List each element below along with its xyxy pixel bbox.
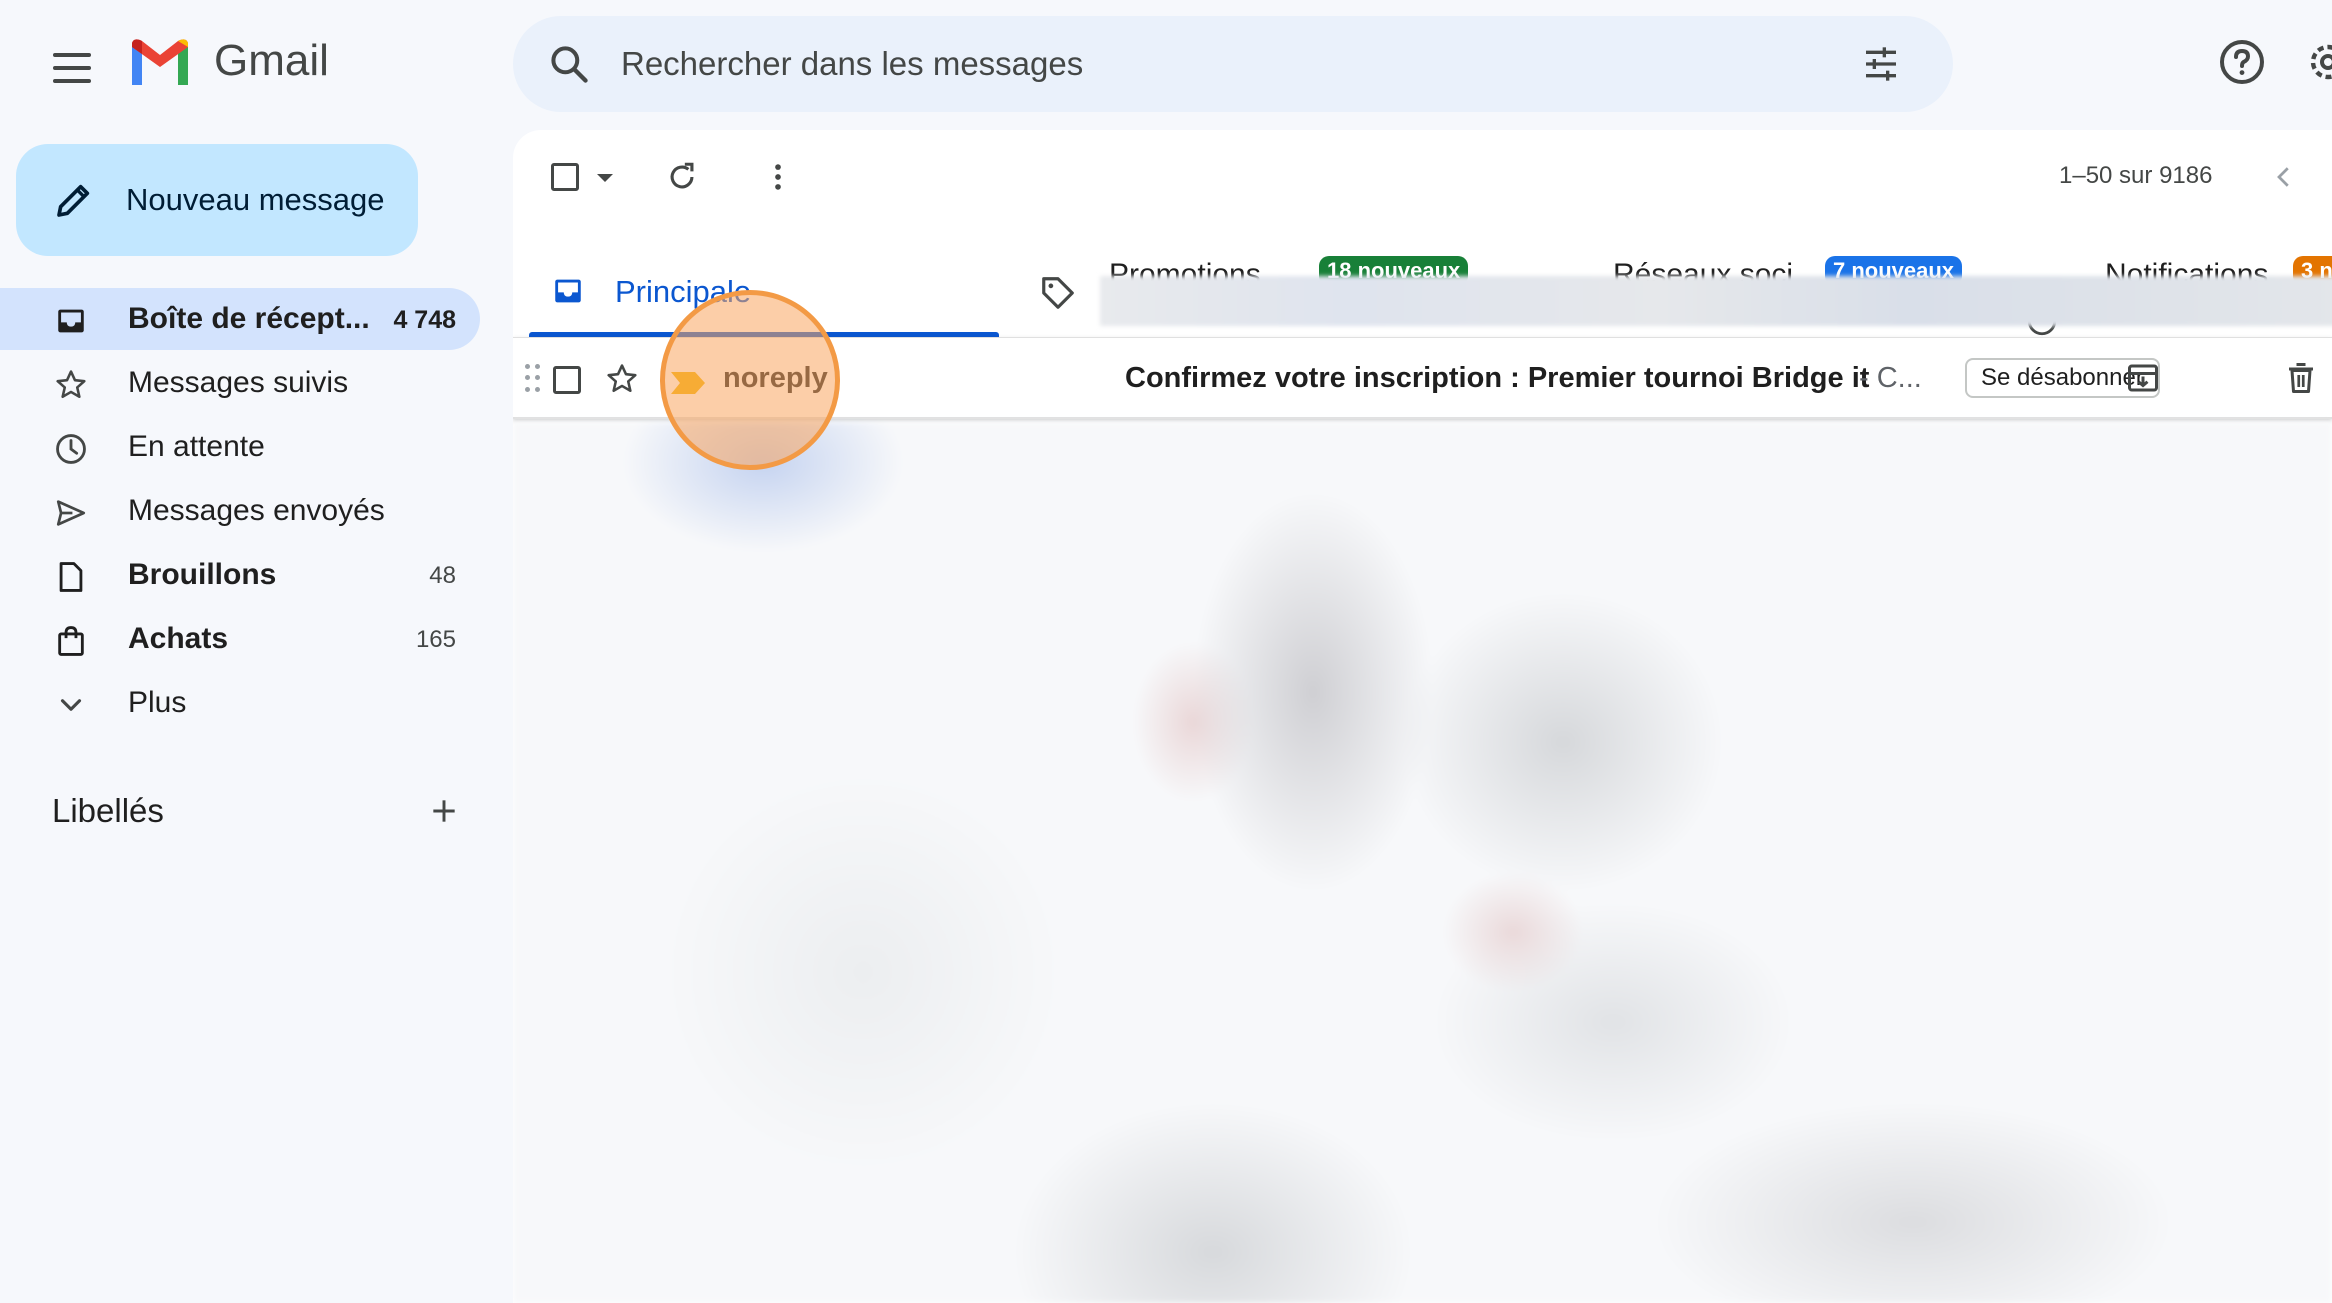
search-icon[interactable] <box>547 42 591 86</box>
search-input[interactable] <box>621 36 1801 92</box>
sidebar-item-label: Messages envoyés <box>128 494 385 527</box>
help-icon[interactable] <box>2218 38 2266 86</box>
sidebar-item-purchases[interactable]: Achats 165 <box>0 608 480 670</box>
compose-button[interactable]: Nouveau message <box>16 144 418 256</box>
click-highlight-marker <box>660 290 840 470</box>
row-checkbox[interactable] <box>553 366 581 394</box>
sidebar-item-inbox[interactable]: Boîte de récept... 4 748 <box>0 288 480 350</box>
sidebar-item-sent[interactable]: Messages envoyés <box>0 480 480 542</box>
chevron-left-icon[interactable] <box>2269 162 2299 192</box>
email-subject: Confirmez votre inscription : Premier to… <box>1125 362 1870 394</box>
pencil-icon <box>57 184 90 217</box>
clock-icon <box>56 434 86 464</box>
trash-icon[interactable] <box>2283 360 2319 396</box>
sidebar-item-more[interactable]: Plus <box>0 672 480 734</box>
chevron-down-icon <box>60 699 82 711</box>
archive-icon[interactable] <box>2125 360 2161 396</box>
email-snippet: - C... <box>1859 362 1922 394</box>
labels-heading: Libellés <box>52 792 164 829</box>
sidebar-item-label: Boîte de récept... <box>128 302 370 335</box>
refresh-icon[interactable] <box>665 160 699 194</box>
main-menu-button[interactable] <box>42 38 102 98</box>
sidebar-item-label: Messages suivis <box>128 366 349 399</box>
compose-label: Nouveau message <box>126 182 385 217</box>
blurred-content <box>1100 276 2332 326</box>
settings-gear-icon[interactable] <box>2304 38 2332 86</box>
top-bar: Gmail <box>0 0 2332 128</box>
shopping-bag-icon <box>58 626 84 656</box>
search-options-icon[interactable] <box>1861 44 1901 84</box>
select-all-checkbox[interactable] <box>551 163 579 191</box>
star-icon[interactable] <box>605 362 639 396</box>
gmail-logo[interactable]: Gmail <box>128 36 329 86</box>
add-label-icon[interactable] <box>428 795 460 827</box>
search-bar[interactable] <box>513 16 1953 112</box>
sidebar-item-label: Brouillons <box>128 558 277 591</box>
drafts-count: 48 <box>429 562 456 589</box>
star-icon <box>56 370 86 399</box>
sidebar-item-starred[interactable]: Messages suivis <box>0 352 480 414</box>
sidebar-item-drafts[interactable]: Brouillons 48 <box>0 544 480 606</box>
send-icon <box>56 500 86 526</box>
list-toolbar: 1–50 sur 9186 <box>513 130 2332 222</box>
more-options-icon[interactable] <box>761 160 795 194</box>
sidebar-item-snoozed[interactable]: En attente <box>0 416 480 478</box>
draft-icon <box>59 562 83 592</box>
pagination-text: 1–50 sur 9186 <box>2059 162 2213 189</box>
gmail-m-icon <box>132 39 188 85</box>
purchases-count: 165 <box>415 626 456 653</box>
app-name: Gmail <box>214 36 329 85</box>
sidebar-item-label: En attente <box>128 430 265 463</box>
inbox-icon <box>555 279 581 303</box>
inbox-icon <box>58 309 84 333</box>
sidebar-item-label: Achats <box>128 622 229 655</box>
sidebar-item-label: Plus <box>128 686 187 719</box>
unread-count: 4 748 <box>393 306 456 334</box>
drag-handle-icon[interactable] <box>525 364 541 394</box>
blurred-email-list <box>513 422 2332 1303</box>
tag-icon <box>1042 277 1074 309</box>
select-dropdown-caret-icon[interactable] <box>597 174 613 182</box>
